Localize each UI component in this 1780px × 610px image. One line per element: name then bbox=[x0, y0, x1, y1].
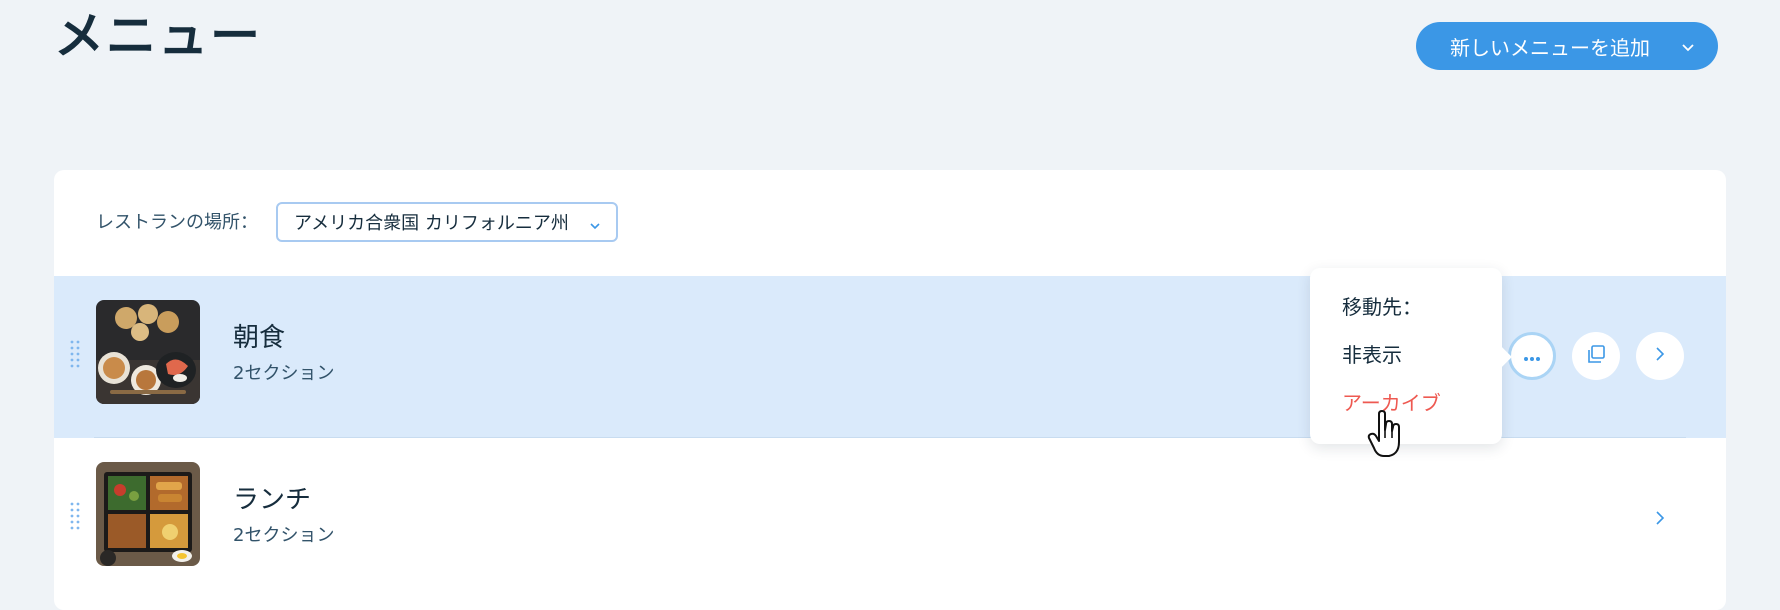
more-icon bbox=[1523, 347, 1541, 366]
chevron-right-icon bbox=[1654, 346, 1666, 366]
duplicate-icon bbox=[1585, 343, 1607, 369]
menu-item-hide[interactable]: 非表示 bbox=[1342, 342, 1402, 368]
menu-row-lunch[interactable]: ランチ 2セクション bbox=[54, 438, 1726, 600]
menu-title: 朝食 bbox=[233, 323, 286, 353]
more-actions-popover: 移動先： 非表示 アーカイブ bbox=[1310, 268, 1512, 444]
menu-title: ランチ bbox=[233, 485, 312, 515]
menu-thumbnail bbox=[96, 462, 200, 566]
drag-handle-icon[interactable] bbox=[70, 502, 80, 532]
menu-sections-count: 2セクション bbox=[233, 363, 335, 384]
more-actions-button[interactable] bbox=[1508, 332, 1556, 380]
chevron-down-icon bbox=[588, 217, 602, 238]
chevron-down-icon bbox=[1680, 36, 1696, 60]
hand-pointer-icon bbox=[1365, 410, 1405, 460]
menu-item-move-to[interactable]: 移動先： bbox=[1342, 294, 1422, 320]
location-select-value: アメリカ合衆国 カリフォルニア州 bbox=[294, 213, 569, 234]
chevron-right-icon[interactable] bbox=[1654, 510, 1666, 530]
location-select[interactable]: アメリカ合衆国 カリフォルニア州 bbox=[276, 202, 618, 242]
open-menu-button[interactable] bbox=[1636, 332, 1684, 380]
duplicate-button[interactable] bbox=[1572, 332, 1620, 380]
add-menu-button[interactable]: 新しいメニューを追加 bbox=[1416, 22, 1718, 70]
menu-thumbnail bbox=[96, 300, 200, 404]
add-menu-button-label: 新しいメニューを追加 bbox=[1450, 35, 1650, 60]
page-title: メニュー bbox=[54, 7, 262, 65]
drag-handle-icon[interactable] bbox=[70, 340, 80, 370]
menu-sections-count: 2セクション bbox=[233, 525, 335, 546]
location-label: レストランの場所： bbox=[96, 212, 258, 233]
